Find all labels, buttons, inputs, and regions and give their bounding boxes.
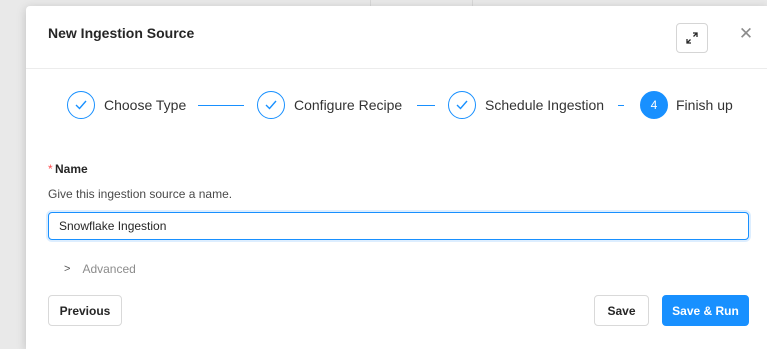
- close-icon[interactable]: ✕: [738, 25, 754, 42]
- step-3-check-icon: [448, 91, 476, 119]
- expand-button[interactable]: [676, 23, 708, 53]
- advanced-toggle[interactable]: > Advanced: [64, 262, 136, 276]
- modal-title: New Ingestion Source: [48, 25, 195, 41]
- step-connector: [618, 105, 624, 106]
- modal-header: New Ingestion Source ✕: [26, 6, 767, 69]
- save-button[interactable]: Save: [594, 295, 649, 326]
- steps-indicator: Choose Type Configure Recipe Schedule In…: [26, 90, 767, 122]
- step-connector: [198, 105, 244, 106]
- chevron-right-icon: >: [64, 263, 71, 275]
- name-label: Name: [55, 162, 88, 176]
- step-label-choose-type: Choose Type: [104, 97, 187, 113]
- step-label-finish-up: Finish up: [676, 97, 733, 113]
- name-input[interactable]: [48, 212, 749, 240]
- save-and-run-button[interactable]: Save & Run: [662, 295, 749, 326]
- previous-button[interactable]: Previous: [48, 295, 122, 326]
- name-help-text: Give this ingestion source a name.: [48, 187, 233, 201]
- step-label-schedule-ingestion: Schedule Ingestion: [485, 97, 605, 113]
- step-2-check-icon: [257, 91, 285, 119]
- step-1-check-icon: [67, 91, 95, 119]
- advanced-label: Advanced: [82, 262, 136, 276]
- step-4-number: 4: [640, 91, 668, 119]
- step-connector: [417, 105, 435, 106]
- required-mark: *: [48, 162, 53, 176]
- ingestion-source-modal: New Ingestion Source ✕ Choose Type Confi…: [26, 6, 767, 349]
- step-label-configure-recipe: Configure Recipe: [294, 97, 403, 113]
- expand-icon: [686, 32, 698, 44]
